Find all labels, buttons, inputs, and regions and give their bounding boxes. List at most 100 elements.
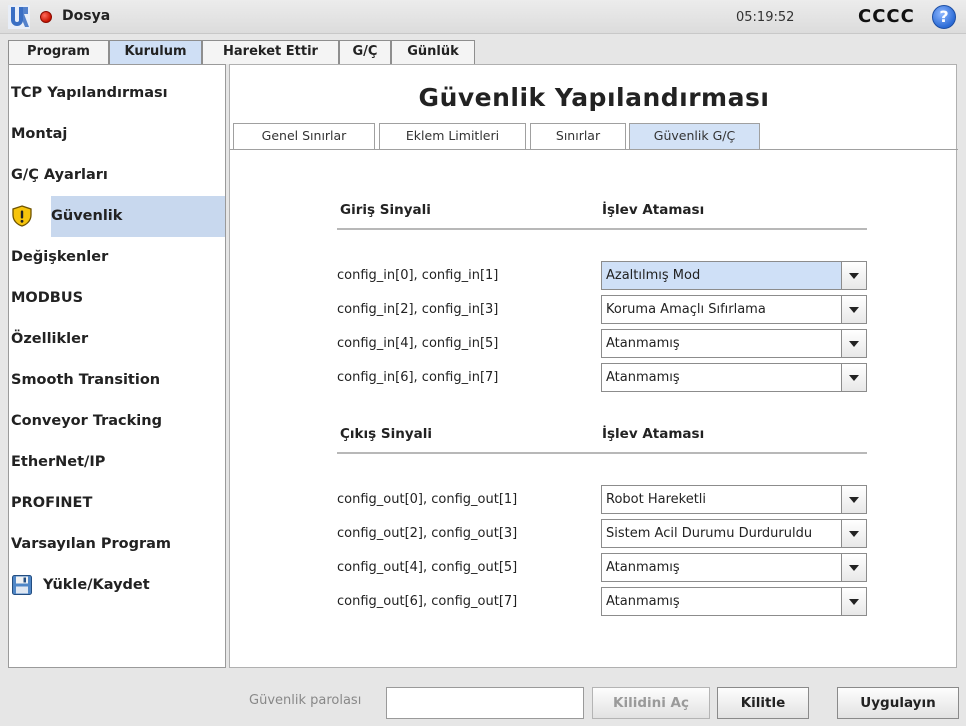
- sidebar: TCP Yapılandırması Montaj G/Ç Ayarları G…: [8, 64, 226, 668]
- sidebar-item-degiskenler[interactable]: Değişkenler: [9, 237, 225, 278]
- dropdown-button[interactable]: [841, 554, 866, 581]
- sidebar-item-label: Conveyor Tracking: [11, 413, 162, 429]
- sidebar-item-label: Varsayılan Program: [11, 536, 172, 552]
- input-signal-label: config_in[2], config_in[3]: [337, 302, 499, 317]
- sidebar-item-label: MODBUS: [11, 290, 84, 306]
- sidebar-item-label: Güvenlik: [51, 208, 123, 224]
- chevron-down-icon: [849, 307, 859, 313]
- output-function-select[interactable]: Robot Hareketli: [601, 485, 867, 514]
- input-signal-label: config_in[0], config_in[1]: [337, 268, 499, 283]
- sidebar-item-tcp[interactable]: TCP Yapılandırması: [9, 73, 225, 114]
- sidebar-item-io-settings[interactable]: G/Ç Ayarları: [9, 155, 225, 196]
- sidebar-item-label: PROFINET: [11, 495, 93, 511]
- sidebar-item-ozellikler[interactable]: Özellikler: [9, 319, 225, 360]
- output-function-select[interactable]: Sistem Acil Durumu Durduruldu: [601, 519, 867, 548]
- status-dot-icon: [40, 11, 52, 23]
- select-value: Azaltılmış Mod: [606, 268, 701, 283]
- floppy-disk-icon: [12, 575, 32, 595]
- output-signal-label: config_out[6], config_out[7]: [337, 594, 518, 609]
- subtab-boundaries[interactable]: Sınırlar: [530, 123, 626, 149]
- input-signal-label: config_in[4], config_in[5]: [337, 336, 499, 351]
- dropdown-button[interactable]: [841, 486, 866, 513]
- chevron-down-icon: [849, 273, 859, 279]
- input-function-select[interactable]: Azaltılmış Mod: [601, 261, 867, 290]
- output-signal-label: config_out[0], config_out[1]: [337, 492, 518, 507]
- divider: [337, 452, 867, 454]
- unlock-button[interactable]: Kilidini Aç: [592, 687, 710, 719]
- sidebar-item-profinet[interactable]: PROFINET: [9, 483, 225, 524]
- sidebar-item-load-save[interactable]: Yükle/Kaydet: [9, 565, 225, 606]
- password-label: Güvenlik parolası: [249, 693, 362, 708]
- subtab-safety-io[interactable]: Güvenlik G/Ç: [629, 123, 760, 149]
- tab-gc[interactable]: G/Ç: [339, 40, 391, 64]
- chevron-down-icon: [849, 565, 859, 571]
- sidebar-item-label: Yükle/Kaydet: [43, 577, 150, 593]
- tab-hareket-ettir[interactable]: Hareket Ettir: [202, 40, 339, 64]
- select-value: Sistem Acil Durumu Durduruldu: [606, 526, 813, 541]
- input-signal-header: Giriş Sinyali: [340, 202, 431, 218]
- warning-shield-icon: [12, 205, 32, 227]
- output-signal-label: config_out[4], config_out[5]: [337, 560, 518, 575]
- output-function-header: İşlev Ataması: [602, 426, 705, 442]
- top-bar: Dosya 05:19:52 CCCC ?: [0, 0, 966, 34]
- select-value: Atanmamış: [606, 336, 680, 351]
- sidebar-item-default-program[interactable]: Varsayılan Program: [9, 524, 225, 565]
- apply-button[interactable]: Uygulayın: [837, 687, 959, 719]
- select-value: Atanmamış: [606, 560, 680, 575]
- chevron-down-icon: [849, 531, 859, 537]
- dropdown-button[interactable]: [841, 364, 866, 391]
- dropdown-button[interactable]: [841, 330, 866, 357]
- sidebar-item-label: Değişkenler: [11, 249, 109, 265]
- sidebar-item-montaj[interactable]: Montaj: [9, 114, 225, 155]
- sidebar-item-ethernet-ip[interactable]: EtherNet/IP: [9, 442, 225, 483]
- input-function-select[interactable]: Atanmamış: [601, 329, 867, 358]
- input-signal-label: config_in[6], config_in[7]: [337, 370, 499, 385]
- sidebar-item-label: Montaj: [11, 126, 68, 142]
- file-menu[interactable]: Dosya: [62, 8, 110, 24]
- dropdown-button[interactable]: [841, 520, 866, 547]
- output-function-select[interactable]: Atanmamış: [601, 587, 867, 616]
- sidebar-item-label: Özellikler: [11, 331, 89, 347]
- chevron-down-icon: [849, 341, 859, 347]
- tab-kurulum[interactable]: Kurulum: [109, 40, 202, 64]
- lock-button[interactable]: Kilitle: [717, 687, 809, 719]
- select-value: Atanmamış: [606, 370, 680, 385]
- sidebar-item-label: G/Ç Ayarları: [11, 167, 108, 183]
- input-function-header: İşlev Ataması: [602, 202, 705, 218]
- chevron-down-icon: [849, 599, 859, 605]
- tab-gunluk[interactable]: Günlük: [391, 40, 475, 64]
- sidebar-item-modbus[interactable]: MODBUS: [9, 278, 225, 319]
- sidebar-item-label: EtherNet/IP: [11, 454, 106, 470]
- sidebar-item-label: Smooth Transition: [11, 372, 161, 388]
- sidebar-item-conveyor-tracking[interactable]: Conveyor Tracking: [9, 401, 225, 442]
- subtab-joint-limits[interactable]: Eklem Limitleri: [379, 123, 526, 149]
- password-input[interactable]: [386, 687, 584, 719]
- output-signal-label: config_out[2], config_out[3]: [337, 526, 518, 541]
- robot-name: CCCC: [858, 6, 915, 27]
- input-function-select[interactable]: Atanmamış: [601, 363, 867, 392]
- content-panel: Güvenlik Yapılandırması Genel Sınırlar E…: [229, 64, 958, 668]
- ur-logo-icon: [8, 5, 30, 29]
- select-value: Koruma Amaçlı Sıfırlama: [606, 302, 766, 317]
- input-function-select[interactable]: Koruma Amaçlı Sıfırlama: [601, 295, 867, 324]
- chevron-down-icon: [849, 497, 859, 503]
- help-icon[interactable]: ?: [932, 5, 956, 29]
- safety-io-form: Giriş Sinyali İşlev Ataması config_in[0]…: [230, 150, 956, 666]
- divider: [337, 228, 867, 230]
- output-signal-header: Çıkış Sinyali: [340, 426, 433, 442]
- clock: 05:19:52: [736, 10, 795, 25]
- dropdown-button[interactable]: [841, 588, 866, 615]
- page-title: Güvenlik Yapılandırması: [418, 83, 770, 112]
- tab-program[interactable]: Program: [8, 40, 109, 64]
- sidebar-item-label: TCP Yapılandırması: [11, 85, 168, 101]
- main-tabs: Program Kurulum Hareket Ettir G/Ç Günlük: [0, 34, 966, 64]
- subtab-general-limits[interactable]: Genel Sınırlar: [233, 123, 375, 149]
- select-value: Robot Hareketli: [606, 492, 707, 507]
- bottom-bar: Güvenlik parolası Kilidini Aç Kilitle Uy…: [0, 678, 966, 726]
- dropdown-button[interactable]: [841, 296, 866, 323]
- dropdown-button[interactable]: [841, 262, 866, 289]
- sidebar-item-smooth-transition[interactable]: Smooth Transition: [9, 360, 225, 401]
- chevron-down-icon: [849, 375, 859, 381]
- sidebar-item-guvenlik[interactable]: Güvenlik: [9, 196, 225, 237]
- output-function-select[interactable]: Atanmamış: [601, 553, 867, 582]
